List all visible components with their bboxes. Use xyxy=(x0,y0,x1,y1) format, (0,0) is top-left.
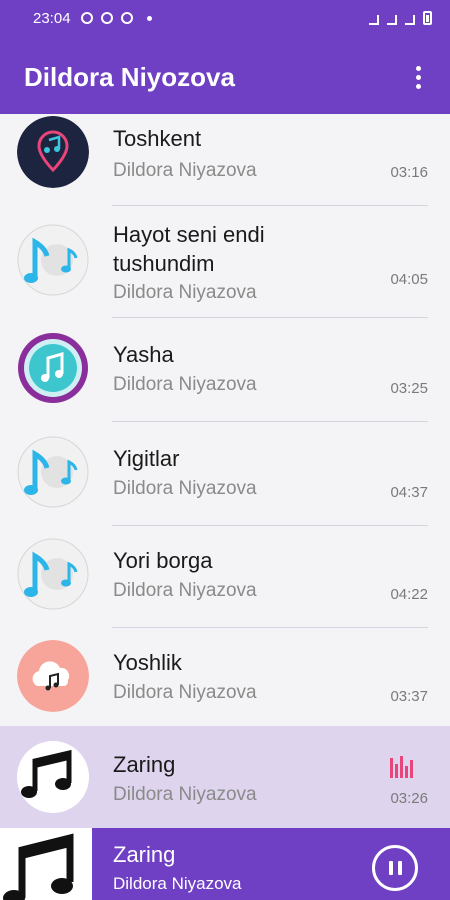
song-row-yigitlar[interactable]: Yigitlar Dildora Niyazova 04:37 xyxy=(0,422,450,526)
signal-2-icon xyxy=(405,15,415,25)
music-notes-disc-icon xyxy=(17,224,89,296)
signal-icon xyxy=(369,15,379,25)
song-row-hayot-seni-endi-tushundim[interactable]: Hayot seni endi tushundim Dildora Niyazo… xyxy=(0,206,450,318)
sync-icon xyxy=(120,12,133,24)
song-title: Yigitlar xyxy=(113,446,180,471)
music-notes-black-icon xyxy=(17,741,89,813)
song-duration: 03:26 xyxy=(390,790,428,807)
song-artist: Dildora Niyazova xyxy=(113,682,257,703)
song-row-yasha[interactable]: Yasha Dildora Niyazova 03:25 xyxy=(0,318,450,422)
notification-icon xyxy=(80,12,93,24)
song-row-toshkent[interactable]: Toshkent Dildora Niyazova 03:16 xyxy=(0,114,450,206)
now-playing-title: Zaring xyxy=(113,842,176,867)
status-time: 23:04 xyxy=(33,9,71,27)
music-note-badge-icon xyxy=(17,332,89,404)
music-notes-black-icon xyxy=(0,828,92,900)
music-pin-icon xyxy=(17,116,89,188)
song-duration: 03:25 xyxy=(390,380,428,397)
battery-icon xyxy=(423,11,432,25)
song-row-yori-borga[interactable]: Yori borga Dildora Niyazova 04:22 xyxy=(0,524,450,628)
song-artist: Dildora Niyazova xyxy=(113,282,257,303)
now-playing-bar[interactable]: Zaring Dildora Niyazova xyxy=(0,828,450,900)
wifi-icon xyxy=(387,15,397,25)
song-duration: 04:22 xyxy=(390,586,428,603)
app-bar: 23:04 Dildora Niyozova xyxy=(0,0,450,114)
song-list[interactable]: Toshkent Dildora Niyazova 03:16 Hayot se… xyxy=(0,114,450,828)
equalizer-icon xyxy=(390,754,416,778)
song-artist: Dildora Niyazova xyxy=(113,580,257,601)
song-title: Yasha xyxy=(113,342,174,367)
song-duration: 03:16 xyxy=(390,164,428,181)
music-notes-disc-icon xyxy=(17,538,89,610)
cloud-music-icon xyxy=(17,640,89,712)
song-duration: 03:37 xyxy=(390,688,428,705)
page-title: Dildora Niyozova xyxy=(24,62,235,92)
song-title: Zaring xyxy=(113,752,176,777)
pause-button[interactable] xyxy=(372,845,418,891)
song-duration: 04:05 xyxy=(390,271,428,288)
music-notes-disc-icon xyxy=(17,436,89,508)
song-title: Yoshlik xyxy=(113,650,182,675)
song-artist: Dildora Niyazova xyxy=(113,160,257,181)
song-artist: Dildora Niyazova xyxy=(113,374,257,395)
location-icon xyxy=(100,12,113,24)
pause-icon xyxy=(388,861,393,875)
song-title: Hayot seni endi xyxy=(113,222,265,247)
status-bar: 23:04 xyxy=(0,0,450,36)
now-playing-artist: Dildora Niyazova xyxy=(113,874,242,893)
song-duration: 04:37 xyxy=(390,484,428,501)
song-title-line2: tushundim xyxy=(113,251,215,276)
song-row-yoshlik[interactable]: Yoshlik Dildora Niyazova 03:37 xyxy=(0,626,450,730)
overflow-menu-icon[interactable] xyxy=(406,62,430,92)
song-title: Toshkent xyxy=(113,126,202,151)
more-notifications-icon xyxy=(146,15,152,21)
song-title: Yori borga xyxy=(113,548,213,573)
song-artist: Dildora Niyazova xyxy=(113,784,257,805)
song-row-zaring[interactable]: Zaring Dildora Niyazova 03:26 xyxy=(0,726,450,828)
song-artist: Dildora Niyazova xyxy=(113,478,257,499)
